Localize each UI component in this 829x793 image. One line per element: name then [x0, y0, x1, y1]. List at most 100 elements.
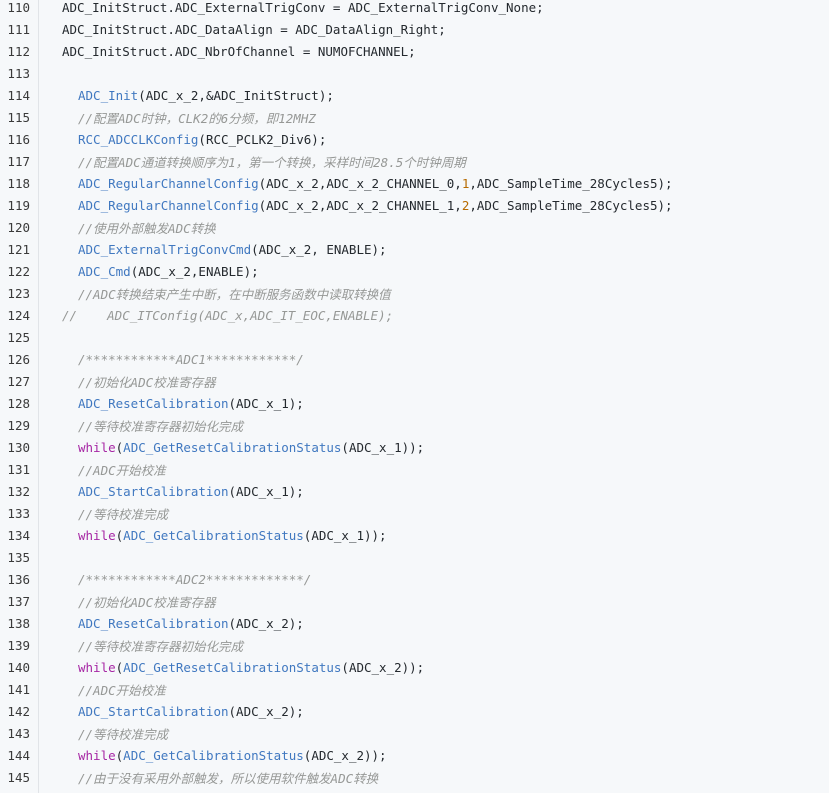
code-token: /************ADC1************/ [78, 351, 304, 367]
code-line: 120 //使用外部触发ADC转换 [0, 216, 829, 238]
code-token: //配置ADC时钟，CLK2的6分频，即12MHZ [78, 110, 316, 126]
line-number: 122 [7, 263, 30, 279]
code-text: //等待校准寄存器初始化完成 [78, 416, 243, 435]
code-token: //配置ADC通道转换顺序为1，第一个转换，采样时间28.5个时钟周期 [78, 154, 466, 170]
code-token: (ADC_x_1); [228, 395, 304, 411]
line-number: 121 [7, 241, 30, 257]
code-line: 132 ADC_StartCalibration(ADC_x_1); [0, 480, 829, 502]
code-token: (ADC_x_2,&ADC_InitStruct); [138, 87, 334, 103]
code-text: // ADC_ITConfig(ADC_x,ADC_IT_EOC,ENABLE)… [62, 308, 393, 323]
code-token: ADC_ResetCalibration [78, 615, 229, 631]
line-number: 120 [7, 219, 30, 235]
code-text: ADC_ResetCalibration(ADC_x_2); [78, 616, 304, 631]
line-number: 132 [7, 483, 30, 499]
line-number: 144 [7, 747, 30, 763]
code-text: ADC_StartCalibration(ADC_x_1); [78, 484, 304, 499]
line-number: 112 [7, 43, 30, 59]
code-line: 113 [0, 62, 829, 84]
code-text: //ADC转换结束产生中断，在中断服务函数中读取转换值 [78, 284, 391, 303]
code-token: //由于没有采用外部触发，所以使用软件触发ADC转换 [78, 770, 379, 786]
code-line: 142 ADC_StartCalibration(ADC_x_2); [0, 700, 829, 722]
code-line: 110 ADC_InitStruct.ADC_ExternalTrigConv =… [0, 0, 829, 18]
code-text: ADC_ResetCalibration(ADC_x_1); [78, 396, 304, 411]
code-token: (ADC_x_2)); [303, 747, 387, 763]
code-token: //ADC转换结束产生中断，在中断服务函数中读取转换值 [78, 286, 391, 302]
code-token: //ADC开始校准 [78, 682, 166, 698]
code-token: (ADC_x_1)); [341, 439, 425, 455]
line-number: 126 [7, 351, 30, 367]
code-token: (ADC_x_2)); [341, 659, 425, 675]
code-line: 127 //初始化ADC校准寄存器 [0, 370, 829, 392]
code-token: //等待校准完成 [78, 726, 169, 742]
code-line: 135 [0, 546, 829, 568]
code-line: 143 //等待校准完成 [0, 722, 829, 744]
code-line: 136 /************ADC2*************/ [0, 568, 829, 590]
line-number: 127 [7, 373, 30, 389]
line-number: 133 [7, 505, 30, 521]
code-line: 124 // ADC_ITConfig(ADC_x,ADC_IT_EOC,ENAB… [0, 304, 829, 326]
line-number: 115 [7, 109, 30, 125]
code-token: (ADC_x_1)); [303, 527, 387, 543]
code-line: 137 //初始化ADC校准寄存器 [0, 590, 829, 612]
code-line: 126 /************ADC1************/ [0, 348, 829, 370]
code-line: 140 while(ADC_GetResetCalibrationStatus(A… [0, 656, 829, 678]
code-token: ADC_StartCalibration [78, 483, 229, 499]
code-token: // ADC_ITConfig(ADC_x,ADC_IT_EOC,ENABLE)… [62, 307, 394, 323]
code-text: ADC_InitStruct.ADC_ExternalTrigConv = AD… [62, 0, 544, 15]
code-line: 133 //等待校准完成 [0, 502, 829, 524]
line-number: 137 [7, 593, 30, 609]
line-number: 141 [7, 681, 30, 697]
code-token: (ADC_x_1); [228, 483, 304, 499]
line-number: 119 [7, 197, 30, 213]
code-text: while(ADC_GetCalibrationStatus(ADC_x_1))… [78, 528, 387, 543]
line-number: 139 [7, 637, 30, 653]
code-token: ADC_InitStruct.ADC_NbrOfChannel = NUMOFC… [62, 43, 416, 59]
code-token: ADC_InitStruct.ADC_DataAlign = ADC_DataA… [62, 21, 446, 37]
line-number: 124 [7, 307, 30, 323]
line-number: 117 [7, 153, 30, 169]
code-line: 125 [0, 326, 829, 348]
code-text: ADC_StartCalibration(ADC_x_2); [78, 704, 304, 719]
line-number: 130 [7, 439, 30, 455]
code-token: (ADC_x_2,ENABLE); [130, 263, 259, 279]
code-token: ADC_ResetCalibration [78, 395, 229, 411]
code-token: ,ADC_SampleTime_28Cycles5); [469, 197, 673, 213]
code-line: 134 while(ADC_GetCalibrationStatus(ADC_x_… [0, 524, 829, 546]
line-number: 118 [7, 175, 30, 191]
code-text: ADC_ExternalTrigConvCmd(ADC_x_2, ENABLE)… [78, 242, 387, 257]
code-text: //ADC开始校准 [78, 680, 166, 699]
code-token: ADC_Cmd [78, 263, 131, 279]
line-number: 142 [7, 703, 30, 719]
code-text: RCC_ADCCLKConfig(RCC_PCLK2_Div6); [78, 132, 326, 147]
code-token: ADC_GetCalibrationStatus [123, 747, 304, 763]
line-number: 131 [7, 461, 30, 477]
code-token: ADC_GetCalibrationStatus [123, 527, 304, 543]
code-token: //初始化ADC校准寄存器 [78, 594, 216, 610]
line-number: 123 [7, 285, 30, 301]
line-number: 128 [7, 395, 30, 411]
code-line: 118 ADC_RegularChannelConfig(ADC_x_2,ADC_… [0, 172, 829, 194]
line-number: 136 [7, 571, 30, 587]
code-token: ADC_Init [78, 87, 139, 103]
line-number: 110 [7, 0, 30, 15]
line-number: 129 [7, 417, 30, 433]
line-number: 134 [7, 527, 30, 543]
code-text: ADC_RegularChannelConfig(ADC_x_2,ADC_x_2… [78, 176, 673, 191]
code-line: 116 RCC_ADCCLKConfig(RCC_PCLK2_Div6); [0, 128, 829, 150]
code-line: 111 ADC_InitStruct.ADC_DataAlign = ADC_Da… [0, 18, 829, 40]
code-line: 123 //ADC转换结束产生中断，在中断服务函数中读取转换值 [0, 282, 829, 304]
code-text: ADC_Cmd(ADC_x_2,ENABLE); [78, 264, 259, 279]
code-token: (RCC_PCLK2_Div6); [198, 131, 327, 147]
line-number: 138 [7, 615, 30, 631]
code-text: /************ADC1************/ [78, 352, 304, 367]
code-token: //ADC开始校准 [78, 462, 166, 478]
code-line: 121 ADC_ExternalTrigConvCmd(ADC_x_2, ENAB… [0, 238, 829, 260]
code-text: ADC_InitStruct.ADC_NbrOfChannel = NUMOFC… [62, 44, 416, 59]
code-text: //初始化ADC校准寄存器 [78, 372, 216, 391]
code-line: 112 ADC_InitStruct.ADC_NbrOfChannel = NUM… [0, 40, 829, 62]
code-token: //等待校准寄存器初始化完成 [78, 638, 244, 654]
code-text: while(ADC_GetResetCalibrationStatus(ADC_… [78, 660, 424, 675]
code-text: ADC_Init(ADC_x_2,&ADC_InitStruct); [78, 88, 334, 103]
code-text: ADC_RegularChannelConfig(ADC_x_2,ADC_x_2… [78, 198, 673, 213]
code-line: 128 ADC_ResetCalibration(ADC_x_1); [0, 392, 829, 414]
